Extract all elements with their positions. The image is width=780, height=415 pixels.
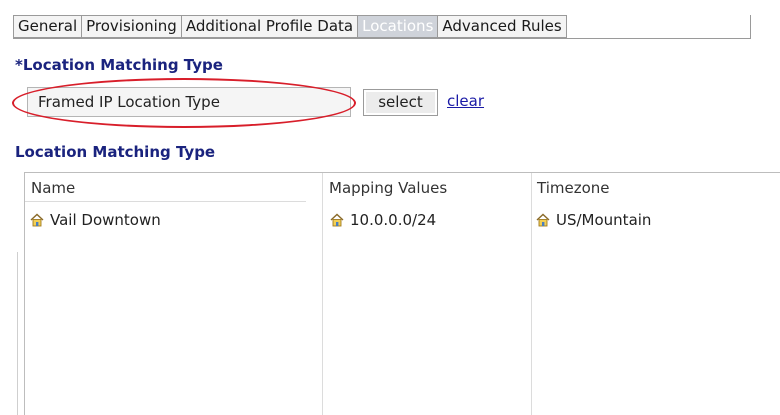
home-icon <box>330 213 344 227</box>
clear-link[interactable]: clear <box>447 92 484 110</box>
tab-additional-profile-data[interactable]: Additional Profile Data <box>181 16 359 38</box>
table-title: Location Matching Type <box>15 143 216 161</box>
tab-bar: General Provisioning Additional Profile … <box>13 15 567 38</box>
location-matching-type-label: *Location Matching Type <box>15 56 223 74</box>
tab-divider-end <box>750 15 751 39</box>
panel-border <box>17 252 18 415</box>
header-underline <box>25 201 306 202</box>
home-icon <box>536 213 550 227</box>
row-mapping: 10.0.0.0/24 <box>350 211 437 229</box>
home-icon <box>30 213 44 227</box>
row-timezone: US/Mountain <box>556 211 652 229</box>
tab-provisioning[interactable]: Provisioning <box>82 16 182 38</box>
table-cell-mapping[interactable]: 10.0.0.0/24 <box>329 211 436 229</box>
select-button[interactable]: select <box>363 89 438 116</box>
column-header-timezone[interactable]: Timezone <box>537 179 610 197</box>
location-matching-type-field[interactable]: Framed IP Location Type <box>27 87 351 117</box>
tab-locations[interactable]: Locations <box>358 16 439 38</box>
tab-general[interactable]: General <box>14 16 83 38</box>
column-separator <box>531 173 532 415</box>
column-header-mapping-values[interactable]: Mapping Values <box>329 179 447 197</box>
column-separator <box>322 173 323 415</box>
column-header-name[interactable]: Name <box>31 179 75 197</box>
table-cell-timezone[interactable]: US/Mountain <box>535 211 651 229</box>
tab-advanced-rules[interactable]: Advanced Rules <box>438 16 567 38</box>
location-table: Name Mapping Values Timezone Vail Downto… <box>24 172 780 415</box>
row-name: Vail Downtown <box>50 211 161 229</box>
tab-divider <box>13 38 751 39</box>
table-row[interactable]: Vail Downtown <box>29 211 161 229</box>
